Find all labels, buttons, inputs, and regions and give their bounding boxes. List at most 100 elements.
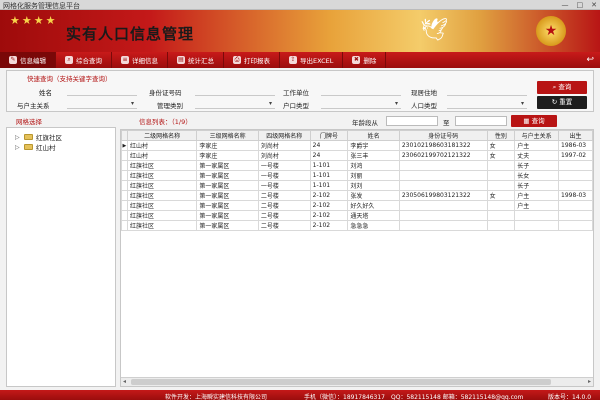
- table-cell[interactable]: [558, 200, 593, 211]
- table-cell[interactable]: 230102198603181322: [398, 140, 488, 151]
- table-cell[interactable]: 长女: [514, 170, 560, 181]
- table-cell[interactable]: [558, 210, 593, 221]
- table-cell[interactable]: 一号楼: [257, 160, 311, 171]
- table-cell[interactable]: 长子: [514, 160, 560, 171]
- table-cell[interactable]: 第一家属区: [196, 220, 259, 231]
- table-cell[interactable]: 二号楼: [257, 200, 311, 211]
- statistics-button[interactable]: ▤ 统计汇总: [168, 52, 224, 68]
- table-cell[interactable]: [486, 160, 516, 171]
- table-cell[interactable]: [398, 210, 488, 221]
- expand-icon[interactable]: ▷: [15, 144, 21, 151]
- table-cell[interactable]: 刘丽: [347, 170, 400, 181]
- close-icon[interactable]: ✕: [591, 1, 597, 9]
- table-cell[interactable]: [398, 180, 488, 191]
- table-cell[interactable]: 1-101: [309, 180, 349, 191]
- column-header[interactable]: 姓名: [347, 130, 400, 141]
- table-cell[interactable]: 女: [486, 190, 516, 201]
- table-cell[interactable]: [486, 170, 516, 181]
- table-cell[interactable]: 2-102: [309, 210, 349, 221]
- table-cell[interactable]: 红旗社区: [126, 210, 198, 221]
- table-cell[interactable]: 24: [309, 150, 349, 161]
- edit-info-button[interactable]: ✎ 信息编辑: [0, 52, 56, 68]
- column-header[interactable]: 性别: [486, 130, 516, 141]
- column-header[interactable]: 三级网格名称: [196, 130, 259, 141]
- table-cell[interactable]: 第一家属区: [196, 210, 259, 221]
- table-cell[interactable]: 第一家属区: [196, 200, 259, 211]
- table-row[interactable]: 红旗社区 第一家属区 二号楼 2-102 通天塔: [121, 210, 593, 221]
- table-cell[interactable]: 李家庄: [196, 150, 259, 161]
- table-cell[interactable]: [558, 170, 593, 181]
- table-cell[interactable]: 230602199702121322: [398, 150, 488, 161]
- table-cell[interactable]: 通天塔: [347, 210, 400, 221]
- table-cell[interactable]: 红旗社区: [126, 200, 198, 211]
- table-cell[interactable]: 长子: [514, 180, 560, 191]
- scroll-left-icon[interactable]: ◂: [123, 378, 126, 385]
- column-header[interactable]: 身份证号码: [398, 130, 488, 141]
- table-cell[interactable]: [514, 210, 560, 221]
- age-to-input[interactable]: [455, 116, 507, 126]
- table-cell[interactable]: 女: [486, 150, 516, 161]
- column-header[interactable]: 四级网格名称: [257, 130, 311, 141]
- table-cell[interactable]: [486, 180, 516, 191]
- table-row[interactable]: 红旗社区 第一家属区 一号楼 1-101 刘鸿 长子: [121, 160, 593, 171]
- table-cell[interactable]: 红旗社区: [126, 180, 198, 191]
- table-cell[interactable]: [486, 210, 516, 221]
- table-cell[interactable]: [398, 170, 488, 181]
- table-row[interactable]: 红山村 李家庄 刘尚村 24 张三丰 230602199702121322 女丈夫 1997-…: [121, 150, 593, 161]
- table-cell[interactable]: 二号楼: [257, 220, 311, 231]
- mgmt-type-select[interactable]: [195, 100, 275, 109]
- scroll-thumb[interactable]: [131, 379, 551, 385]
- delete-button[interactable]: ✖ 删除: [343, 52, 387, 68]
- table-cell[interactable]: 2-102: [309, 200, 349, 211]
- query-button[interactable]: ⌕ 查询: [537, 81, 587, 94]
- table-cell[interactable]: 女: [486, 140, 516, 151]
- table-cell[interactable]: 230506199803121322: [398, 190, 488, 201]
- minimize-icon[interactable]: —: [562, 1, 569, 9]
- table-cell[interactable]: 1-101: [309, 160, 349, 171]
- relation-select[interactable]: [67, 100, 137, 109]
- table-cell[interactable]: 二号楼: [257, 190, 311, 201]
- print-report-button[interactable]: ⎙ 打印报表: [224, 52, 280, 68]
- table-cell[interactable]: 张三丰: [347, 150, 400, 161]
- table-cell[interactable]: 户主: [514, 190, 560, 201]
- table-cell[interactable]: 红旗社区: [126, 220, 198, 231]
- age-query-button[interactable]: ▦ 查询: [511, 115, 557, 127]
- combined-query-button[interactable]: ⌕ 综合查询: [56, 52, 112, 68]
- population-type-select[interactable]: [447, 100, 527, 109]
- table-cell[interactable]: 红山村: [126, 150, 198, 161]
- column-header[interactable]: 出生: [558, 130, 593, 141]
- table-cell[interactable]: 刘尚村: [257, 140, 311, 151]
- table-cell[interactable]: 户主: [514, 200, 560, 211]
- column-header[interactable]: 与户主关系: [514, 130, 560, 141]
- table-cell[interactable]: 急急急: [347, 220, 400, 231]
- table-cell[interactable]: 1-101: [309, 170, 349, 181]
- column-header[interactable]: 门牌号: [309, 130, 349, 141]
- table-row[interactable]: 红旗社区 第一家属区 二号楼 2-102 好久好久 户主: [121, 200, 593, 211]
- export-excel-button[interactable]: ⇪ 导出EXCEL: [280, 52, 344, 68]
- table-cell[interactable]: 1986-03: [558, 140, 593, 151]
- table-cell[interactable]: [558, 160, 593, 171]
- table-cell[interactable]: 1997-02: [558, 150, 593, 161]
- table-cell[interactable]: [514, 220, 560, 231]
- table-row[interactable]: ▶ 红山村 李家庄 刘尚村 24 李爵宇 230102198603181322 女户主 1986…: [121, 140, 593, 151]
- table-cell[interactable]: 第一家属区: [196, 190, 259, 201]
- table-cell[interactable]: 张发: [347, 190, 400, 201]
- table-cell[interactable]: 一号楼: [257, 180, 311, 191]
- table-cell[interactable]: 李爵宇: [347, 140, 400, 151]
- table-row[interactable]: 红旗社区 第一家属区 二号楼 2-102 急急急: [121, 220, 593, 231]
- table-cell[interactable]: [486, 220, 516, 231]
- table-cell[interactable]: 刘尚村: [257, 150, 311, 161]
- table-cell[interactable]: 2-102: [309, 220, 349, 231]
- table-cell[interactable]: 李家庄: [196, 140, 259, 151]
- table-cell[interactable]: 户主: [514, 140, 560, 151]
- detail-info-button[interactable]: ≡ 详细信息: [112, 52, 168, 68]
- table-cell[interactable]: 一号楼: [257, 170, 311, 181]
- table-cell[interactable]: 2-102: [309, 190, 349, 201]
- table-cell[interactable]: [398, 220, 488, 231]
- current-address-input[interactable]: [447, 87, 527, 96]
- maximize-icon[interactable]: □: [577, 1, 584, 9]
- table-cell[interactable]: 好久好久: [347, 200, 400, 211]
- table-cell[interactable]: 红山村: [126, 140, 198, 151]
- table-cell[interactable]: 红旗社区: [126, 190, 198, 201]
- tree-node-hongshan[interactable]: ▷ 红山村: [15, 142, 115, 153]
